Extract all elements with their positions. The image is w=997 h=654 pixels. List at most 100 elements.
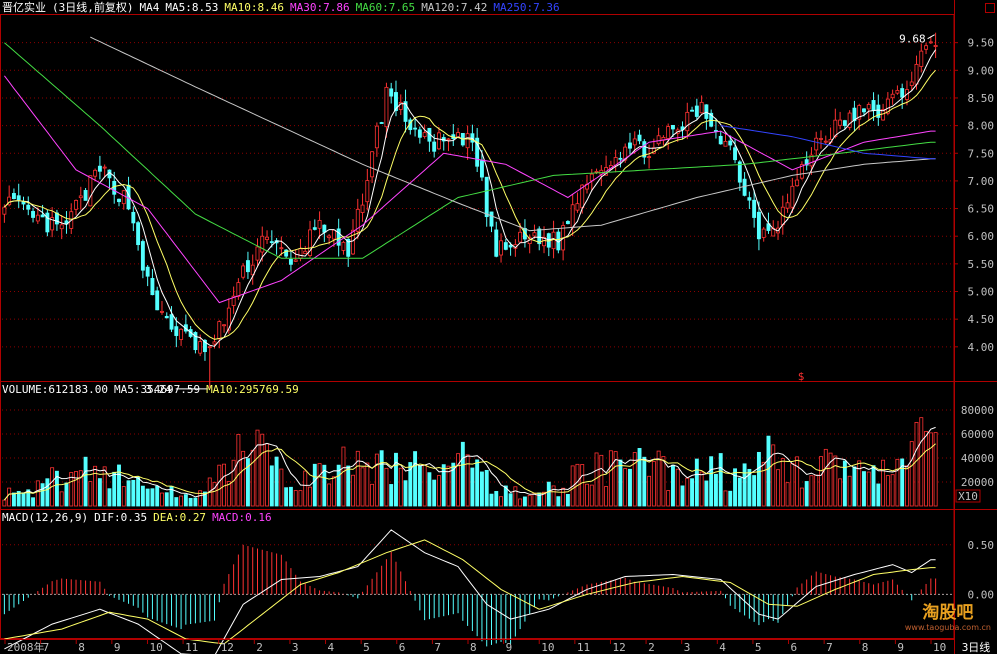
price-candle [933, 45, 938, 47]
legend-dea: DEA:0.27 [153, 511, 207, 524]
volume-bar [21, 492, 26, 507]
x-tick-label: 4 [719, 641, 726, 654]
volume-bar [718, 453, 723, 507]
x-tick-label: 12 [612, 641, 625, 654]
volume-bar [933, 432, 938, 507]
price-candle [336, 228, 341, 246]
price-candle [174, 326, 179, 336]
price-candle [508, 244, 513, 248]
price-candle [16, 195, 21, 201]
price-candle [422, 132, 427, 137]
volume-bar [107, 488, 112, 507]
price-tick-label: 7.00 [968, 175, 995, 188]
volume-bar [317, 463, 322, 507]
price-candle [437, 132, 441, 150]
volume-bar [188, 497, 193, 507]
volume-bar [795, 456, 800, 507]
price-tick-label: 4.00 [968, 341, 995, 354]
volume-bar [279, 468, 284, 507]
price-candle [136, 222, 141, 246]
x-tick-label: 8 [470, 641, 477, 654]
price-candle [88, 175, 93, 207]
price-tick-label: 6.00 [968, 230, 995, 243]
price-candle [890, 93, 895, 99]
legend-dif: DIF:0.35 [94, 511, 148, 524]
x-tick-label: 5 [755, 641, 762, 654]
price-candle [331, 229, 336, 240]
price-candle [74, 199, 78, 210]
volume-bar [489, 493, 494, 507]
volume-bar [857, 460, 862, 507]
volume-bar [709, 456, 714, 507]
price-tick-label: 5.50 [968, 258, 995, 271]
volume-bar [31, 497, 35, 507]
legend-ma60: MA60:7.65 [355, 1, 416, 14]
volume-bar [847, 475, 852, 507]
price-candle [293, 259, 298, 262]
price-candle [140, 241, 145, 271]
price-candle [685, 111, 690, 132]
x-tick-label: 6 [399, 641, 406, 654]
price-candle [351, 229, 355, 255]
x-tick-label: 3 [292, 641, 299, 654]
volume-bar [117, 464, 121, 507]
volume-bar [723, 490, 728, 507]
high-price-label: 9.68 [899, 33, 926, 46]
price-candle [417, 129, 422, 138]
price-tick-label: 6.50 [968, 203, 995, 216]
volume-bar [623, 468, 628, 507]
volume-bar [876, 483, 881, 507]
volume-bar [914, 421, 919, 507]
price-candle [733, 147, 737, 161]
price-candle [728, 140, 733, 146]
price-candle [160, 310, 164, 313]
volume-bar [866, 471, 871, 507]
volume-bar [217, 464, 222, 507]
ma5-line [4, 49, 937, 347]
price-candle [145, 266, 150, 277]
ma120-line [90, 36, 936, 232]
volume-bar [102, 466, 107, 507]
price-candle [312, 227, 317, 230]
macd-legend: MACD(12,26,9) DIF:0.35 DEA:0.27 MACD:0.16 [2, 511, 278, 524]
legend-ma120: MA120:7.42 [421, 1, 488, 14]
volume-bar [136, 476, 141, 507]
price-candle [26, 204, 31, 210]
price-candle [752, 199, 757, 218]
volume-bar [618, 459, 623, 507]
price-candle [895, 90, 900, 94]
price-candle [97, 165, 102, 172]
volume-bar [121, 486, 126, 507]
volume-bar [637, 448, 642, 507]
volume-bar [838, 478, 843, 507]
window-restore-icon[interactable] [985, 3, 995, 13]
volume-bar [604, 486, 609, 507]
volume-bar [862, 471, 866, 507]
volume-bar [704, 480, 709, 507]
volume-bar [905, 465, 909, 507]
volume-bar [819, 456, 823, 507]
volume-bar [394, 452, 398, 507]
volume-bar [642, 456, 647, 507]
price-candle [785, 202, 790, 209]
price-candle [327, 235, 332, 239]
volume-bar [671, 464, 675, 507]
volume-bar [756, 451, 761, 507]
volume-bar [88, 481, 93, 507]
price-candle [503, 242, 508, 250]
legend-volume: VOLUME:612183.00 [2, 383, 108, 396]
ma250-line [720, 125, 936, 160]
volume-bar [766, 435, 771, 507]
price-candle [236, 282, 241, 297]
price-candle [117, 198, 121, 203]
volume-bar [417, 465, 422, 507]
price-candle [919, 50, 924, 67]
price-candle [322, 224, 327, 233]
volume-bar [360, 467, 365, 507]
volume-bar [35, 480, 40, 507]
legend-vol-ma5: MA5:354697.59 [113, 383, 201, 396]
price-candle [379, 122, 384, 124]
volume-bar [126, 480, 131, 507]
price-candle [241, 265, 246, 278]
volume-bar [752, 475, 757, 507]
